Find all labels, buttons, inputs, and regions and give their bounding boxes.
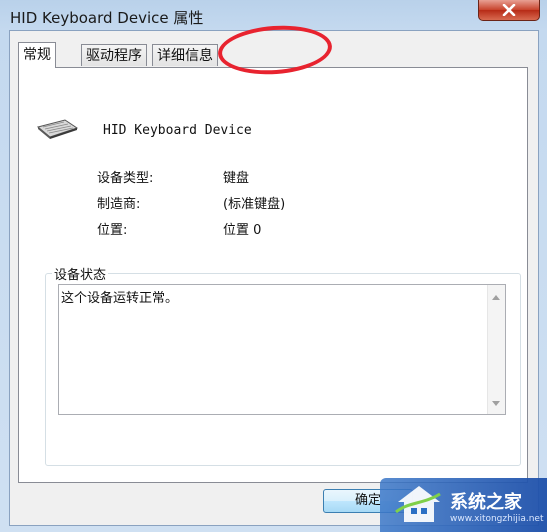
close-button[interactable] <box>478 0 540 21</box>
device-name: HID Keyboard Device <box>103 123 252 138</box>
scroll-down-icon[interactable] <box>492 401 500 406</box>
status-scrollbar[interactable] <box>487 285 505 414</box>
watermark-logo: 系统之家 www.xitongzhijia.net <box>380 478 547 532</box>
logo-icon <box>395 486 441 522</box>
window-title: HID Keyboard Device 属性 <box>10 9 204 27</box>
device-status-legend: 设备状态 <box>52 264 109 283</box>
location-label: 位置: <box>97 223 128 238</box>
manufacturer-value: (标准键盘) <box>223 197 286 212</box>
tab-driver[interactable]: 驱动程序 <box>81 44 147 66</box>
device-status-text: 这个设备运转正常。 <box>61 291 179 306</box>
tab-general[interactable]: 常规 <box>18 42 56 68</box>
tab-details[interactable]: 详细信息 <box>152 44 218 66</box>
close-icon <box>502 4 516 16</box>
tab-panel-general: HID Keyboard Device 设备类型: 键盘 制造商: (标准键盘)… <box>18 67 528 483</box>
device-status-textbox[interactable]: 这个设备运转正常。 <box>58 284 506 415</box>
scroll-up-icon[interactable] <box>492 295 500 300</box>
manufacturer-label: 制造商: <box>97 197 141 212</box>
device-type-label: 设备类型: <box>97 171 154 186</box>
location-value: 位置 0 <box>223 223 262 238</box>
watermark-url: www.xitongzhijia.net <box>450 514 544 524</box>
dialog-client-area: 常规 驱动程序 详细信息 HID Keyboard Device 设备类型: 键… <box>9 30 539 526</box>
keyboard-icon <box>36 119 79 139</box>
watermark-title: 系统之家 <box>450 492 522 513</box>
device-type-value: 键盘 <box>223 171 250 186</box>
dialog-window: HID Keyboard Device 属性 常规 驱动程序 详细信息 HID … <box>0 0 547 532</box>
